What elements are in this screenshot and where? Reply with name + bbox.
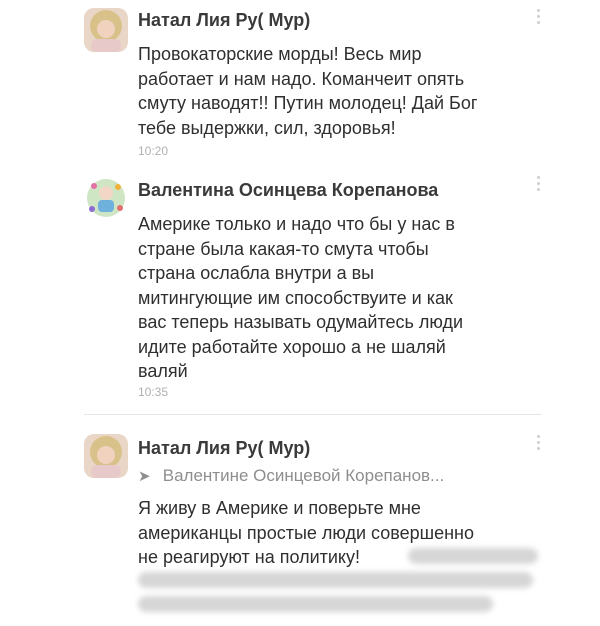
comment-line: тебе выдержки, сил, здоровья! xyxy=(138,117,396,138)
comment-line: смуту наводят!! Путин молодец! Дай Бог xyxy=(138,93,478,113)
blurred-text xyxy=(138,572,533,588)
comment-text: Провокаторские морды! Весь мир работает … xyxy=(138,42,528,140)
comment-line: Провокаторские морды! Весь мир xyxy=(138,44,422,64)
comment-line: идите работайте хорошо а не шаляй xyxy=(138,336,446,357)
avatar[interactable] xyxy=(84,8,128,52)
kebab-menu-icon[interactable] xyxy=(537,435,541,450)
kebab-menu-icon[interactable] xyxy=(537,9,541,24)
divider xyxy=(84,414,542,415)
comment-line: вас теперь называть одумайтесь люди xyxy=(138,312,464,332)
blurred-text xyxy=(138,596,493,612)
comment-time: 10:20 xyxy=(138,144,169,158)
avatar[interactable] xyxy=(84,434,128,478)
comment-line: американцы простые люди совершенно xyxy=(138,522,474,543)
comment-author[interactable]: Натал Лия Ру( Мур) xyxy=(138,438,310,459)
comment-text: Америке только и надо что бы у нас в стр… xyxy=(138,212,528,384)
comment-author[interactable]: Валентина Осинцева Корепанова xyxy=(138,180,438,201)
blurred-text xyxy=(408,548,538,564)
comment-time: 10:35 xyxy=(138,385,169,399)
comment-line: Америке только и надо что бы у нас в xyxy=(138,214,455,234)
comment-line: Я живу в Америке и поверьте мне xyxy=(138,498,421,518)
avatar[interactable] xyxy=(84,176,128,220)
kebab-menu-icon[interactable] xyxy=(537,176,541,191)
comment-line: валяй xyxy=(138,361,188,381)
comment-line: митингующие им способствуите и как xyxy=(138,287,453,308)
reply-arrow-icon: ➤ xyxy=(138,468,151,485)
comment-line: стране была какая-то смута чтобы xyxy=(138,238,429,259)
comment-author[interactable]: Натал Лия Ру( Мур) xyxy=(138,10,310,31)
reply-to[interactable]: ➤ Валентине Осинцевой Корепанов... xyxy=(138,466,444,486)
reply-to-name: Валентине Осинцевой Корепанов... xyxy=(162,466,445,485)
comment-line: работает и нам надо. Команчеит опять xyxy=(138,68,465,89)
comment-line: страна ослабла внутри а вы xyxy=(138,263,375,283)
